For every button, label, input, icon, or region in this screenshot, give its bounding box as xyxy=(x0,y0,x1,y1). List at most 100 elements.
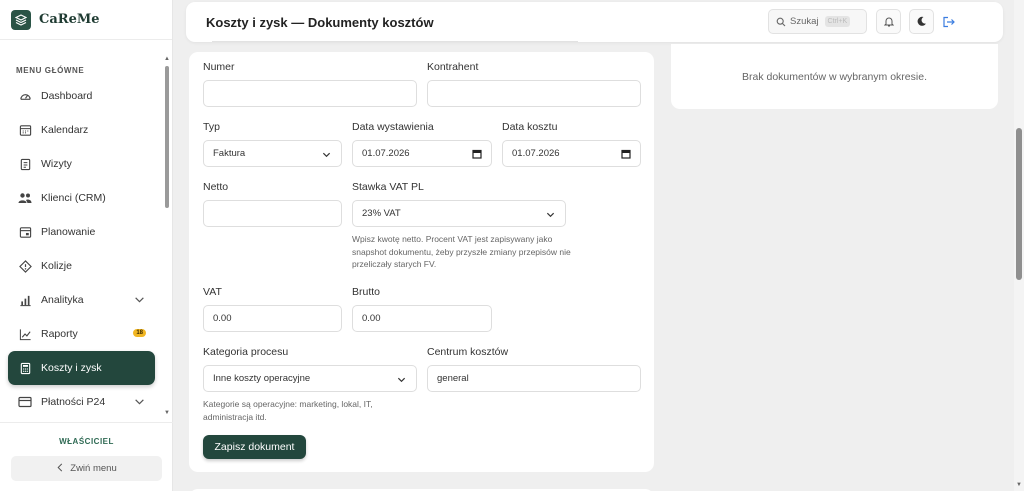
logout-icon[interactable] xyxy=(942,15,955,33)
scroll-up-arrow-icon[interactable]: ▲ xyxy=(164,56,170,62)
save-document-button[interactable]: Zapisz dokument xyxy=(203,435,306,459)
search-shortcut: Ctrl+K xyxy=(824,16,851,27)
kategoria-select[interactable]: Inne koszty operacyjne xyxy=(203,365,417,392)
alert-diamond-icon xyxy=(18,259,32,273)
card-icon xyxy=(18,395,32,409)
brand[interactable]: CaReMe xyxy=(0,0,172,40)
kontrahent-label: Kontrahent xyxy=(427,61,479,73)
scroll-down-arrow-icon[interactable]: ▼ xyxy=(1016,482,1022,488)
sidebar-item-raporty[interactable]: Raporty 18 xyxy=(8,317,155,351)
sidebar-item-label: Płatności P24 xyxy=(41,396,106,408)
sidebar-item-analityka[interactable]: Analityka xyxy=(8,283,155,317)
chevron-down-icon[interactable] xyxy=(134,294,145,308)
calculator-icon xyxy=(18,361,32,375)
sidebar-item-kalendarz[interactable]: Kalendarz xyxy=(8,113,155,147)
stawka-vat-label: Stawka VAT PL xyxy=(352,181,424,193)
data-wystawienia-input[interactable]: 01.07.2026 xyxy=(352,140,492,167)
page-title: Koszty i zysk — Dokumenty kosztów xyxy=(206,15,434,30)
stawka-vat-value: 23% VAT xyxy=(362,208,401,219)
clipboard-icon xyxy=(18,157,32,171)
kategoria-label: Kategoria procesu xyxy=(203,346,289,358)
user-role: WŁAŚCICIEL xyxy=(59,437,114,446)
sidebar-item-klienci[interactable]: Klienci (CRM) xyxy=(8,181,155,215)
gauge-icon xyxy=(18,89,32,103)
netto-label: Netto xyxy=(203,181,229,193)
trend-icon xyxy=(18,327,32,341)
divider xyxy=(212,41,578,42)
sidebar-item-label: Kalendarz xyxy=(41,124,89,136)
typ-value: Faktura xyxy=(213,148,246,159)
centrum-kosztow-label: Centrum kosztów xyxy=(427,346,509,358)
chevron-left-icon xyxy=(56,463,64,475)
typ-label: Typ xyxy=(203,121,220,133)
stawka-vat-select[interactable]: 23% VAT xyxy=(352,200,566,227)
sidebar-footer: WŁAŚCICIEL Zwiń menu xyxy=(0,422,173,491)
bell-icon xyxy=(883,16,894,27)
chevron-down-icon xyxy=(322,150,331,162)
chevron-down-icon[interactable] xyxy=(134,396,145,410)
kategoria-hint: Kategorie są operacyjne: marketing, loka… xyxy=(203,399,373,422)
empty-state-message: Brak dokumentów w wybranym okresie. xyxy=(742,71,927,83)
brutto-input[interactable]: 0.00 xyxy=(352,305,492,332)
search-icon xyxy=(776,17,786,27)
netto-input[interactable] xyxy=(203,200,342,227)
sidebar-item-label: Raporty xyxy=(41,328,78,340)
bar-chart-icon xyxy=(18,293,32,307)
chevron-down-icon xyxy=(546,210,555,222)
kategoria-value: Inne koszty operacyjne xyxy=(213,373,311,384)
main-scroll-thumb[interactable] xyxy=(1016,128,1022,280)
brutto-label: Brutto xyxy=(352,286,381,298)
search-button[interactable]: Szukaj Ctrl+K xyxy=(768,9,867,34)
users-icon xyxy=(18,191,32,205)
sidebar-item-label: Planowanie xyxy=(41,226,96,238)
chevron-down-icon xyxy=(397,375,406,387)
cost-document-form: Numer Kontrahent Typ Faktura Data wystaw… xyxy=(189,52,654,472)
data-wystawienia-value: 01.07.2026 xyxy=(362,148,410,159)
calendar-icon[interactable] xyxy=(621,149,631,162)
scroll-down-arrow-icon[interactable]: ▼ xyxy=(164,410,170,416)
main-scrollbar[interactable]: ▼ xyxy=(1014,0,1024,491)
sidebar-item-label: Analityka xyxy=(41,294,84,306)
sidebar: CaReMe MENU GŁÓWNE Dashboard Kalendarz W… xyxy=(0,0,173,491)
data-wystawienia-label: Data wystawienia xyxy=(352,121,434,133)
calendar-icon xyxy=(18,123,32,137)
sidebar-item-planowanie[interactable]: Planowanie xyxy=(8,215,155,249)
sidebar-item-kolizje[interactable]: Kolizje xyxy=(8,249,155,283)
sidebar-item-platnosci[interactable]: Płatności P24 xyxy=(8,385,155,419)
sidebar-item-label: Kolizje xyxy=(41,260,72,272)
calendar-icon[interactable] xyxy=(472,149,482,162)
numer-input[interactable] xyxy=(203,80,417,107)
main-menu: Dashboard Kalendarz Wizyty Klienci (CRM)… xyxy=(8,79,155,419)
reports-count-badge: 18 xyxy=(133,329,146,337)
top-header: Koszty i zysk — Dokumenty kosztów Szukaj… xyxy=(186,2,1003,42)
vat-label: VAT xyxy=(203,286,222,298)
kontrahent-input[interactable] xyxy=(427,80,641,107)
layers-logo-icon xyxy=(11,9,31,30)
sidebar-item-label: Dashboard xyxy=(41,90,93,102)
sidebar-item-wizyty[interactable]: Wizyty xyxy=(8,147,155,181)
sidebar-item-koszty[interactable]: Koszty i zysk xyxy=(8,351,155,385)
numer-label: Numer xyxy=(203,61,235,73)
brand-name: CaReMe xyxy=(39,12,100,27)
typ-select[interactable]: Faktura xyxy=(203,140,342,167)
sidebar-item-label: Wizyty xyxy=(41,158,72,170)
menu-section-label: MENU GŁÓWNE xyxy=(16,66,85,75)
data-kosztu-input[interactable]: 01.07.2026 xyxy=(502,140,641,167)
sidebar-item-label: Klienci (CRM) xyxy=(41,192,106,204)
data-kosztu-value: 01.07.2026 xyxy=(512,148,560,159)
theme-toggle-button[interactable] xyxy=(909,9,934,34)
sidebar-item-dashboard[interactable]: Dashboard xyxy=(8,79,155,113)
notifications-button[interactable] xyxy=(876,9,901,34)
centrum-kosztow-input[interactable]: general xyxy=(427,365,641,392)
collapse-menu-label: Zwiń menu xyxy=(70,463,117,474)
planner-icon xyxy=(18,225,32,239)
sidebar-scrollbar[interactable]: ▲ ▼ xyxy=(164,56,170,416)
documents-list-card: Brak dokumentów w wybranym okresie. xyxy=(671,44,998,109)
search-label: Szukaj xyxy=(790,16,819,27)
moon-icon xyxy=(916,16,927,27)
stawka-vat-hint: Wpisz kwotę netto. Procent VAT jest zapi… xyxy=(352,234,571,269)
sidebar-scroll-thumb[interactable] xyxy=(165,66,169,208)
collapse-menu-button[interactable]: Zwiń menu xyxy=(11,456,162,481)
sidebar-item-label: Koszty i zysk xyxy=(41,362,102,374)
vat-input[interactable]: 0.00 xyxy=(203,305,342,332)
